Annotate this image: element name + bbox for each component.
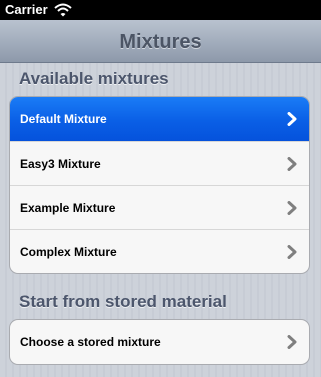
section-header-available-mixtures: Available mixtures — [19, 69, 169, 88]
available-mixtures-group: Default Mixture Easy3 Mixture Example Mi… — [9, 96, 310, 274]
section-header-stored-material: Start from stored material — [19, 292, 227, 311]
list-item-easy3-mixture[interactable]: Easy3 Mixture — [10, 141, 309, 185]
chevron-right-icon — [285, 245, 299, 259]
chevron-right-icon — [285, 157, 299, 171]
chevron-right-icon — [285, 201, 299, 215]
chevron-right-icon — [285, 335, 299, 349]
status-bar: Carrier — [0, 0, 321, 20]
list-item-label: Choose a stored mixture — [20, 335, 161, 349]
chevron-right-icon — [285, 112, 299, 126]
wifi-icon — [54, 3, 72, 20]
carrier-label: Carrier — [5, 2, 48, 17]
list-item-label: Complex Mixture — [20, 245, 117, 259]
list-item-complex-mixture[interactable]: Complex Mixture — [10, 229, 309, 273]
list-item-label: Default Mixture — [20, 112, 107, 126]
list-item-label: Easy3 Mixture — [20, 157, 101, 171]
table-view[interactable]: Available mixtures Default Mixture Easy3… — [0, 63, 321, 377]
list-item-label: Example Mixture — [20, 201, 116, 215]
page-title: Mixtures — [119, 31, 202, 53]
navigation-bar: Mixtures — [0, 20, 321, 63]
list-item-example-mixture[interactable]: Example Mixture — [10, 185, 309, 229]
stored-material-group: Choose a stored mixture — [9, 319, 310, 365]
list-item-choose-stored-mixture[interactable]: Choose a stored mixture — [10, 320, 309, 364]
list-item-default-mixture[interactable]: Default Mixture — [10, 97, 309, 141]
